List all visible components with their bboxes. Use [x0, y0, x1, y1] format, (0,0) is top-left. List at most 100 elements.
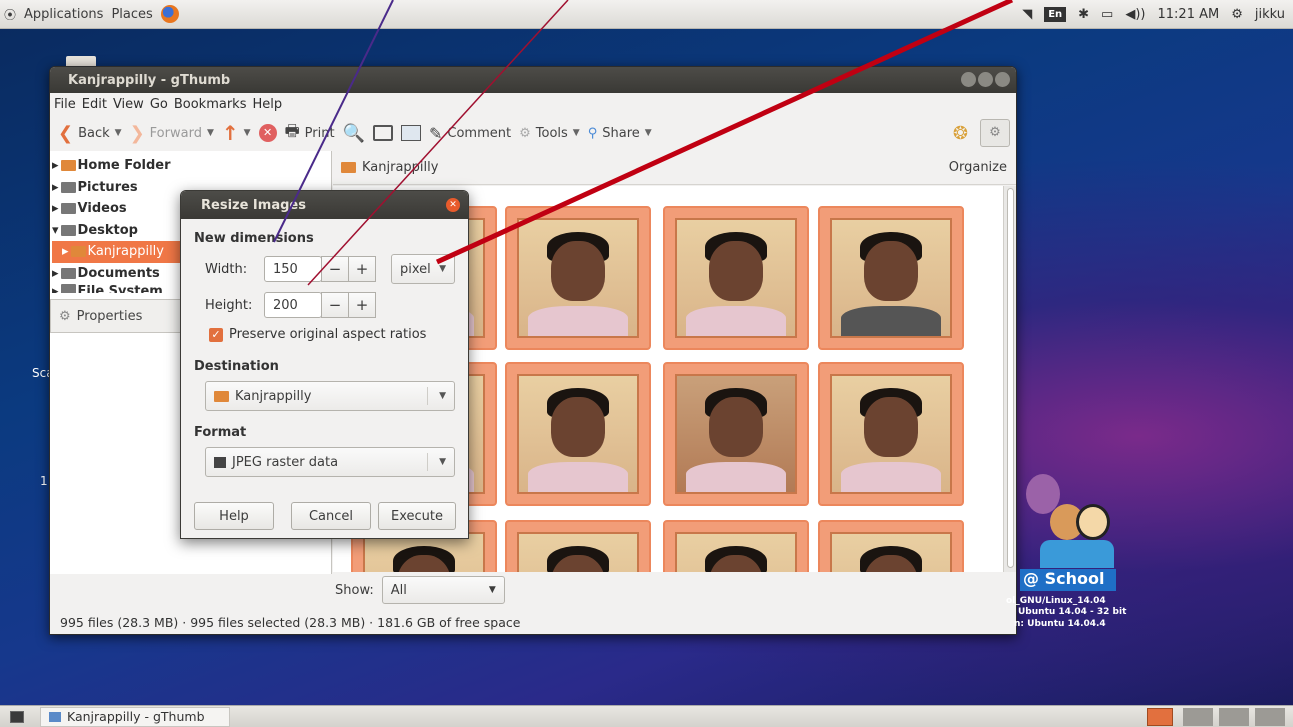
chevron-down-icon: ▼: [488, 585, 496, 595]
up-button[interactable]: ↑ ▼: [222, 121, 251, 145]
home-folder-icon: [60, 160, 76, 172]
forward-button[interactable]: ❯ Forward ▼: [130, 123, 214, 144]
tree-item-home[interactable]: ▸ Home Folder: [52, 155, 331, 177]
unit-select[interactable]: pixel ▼: [391, 254, 455, 284]
top-panel: ⦿ Applications Places ◥ En ✱ ▭ ◀)) 11:21…: [0, 0, 1293, 29]
thumbnail[interactable]: [818, 362, 964, 506]
firefox-icon[interactable]: [160, 5, 179, 23]
settings-gear-icon[interactable]: ⚙: [1231, 7, 1243, 22]
window-titlebar[interactable]: Kanjrappilly - gThumb: [50, 67, 1016, 93]
width-input[interactable]: 150: [264, 256, 322, 282]
folder-icon: [70, 246, 86, 258]
execute-button[interactable]: Execute: [378, 502, 456, 530]
printer-icon: 🖶: [284, 120, 300, 140]
workspace-2[interactable]: [1183, 707, 1213, 726]
battery-icon[interactable]: ▭: [1101, 7, 1113, 22]
ubuntu-logo-icon: ⦿: [4, 7, 17, 22]
show-desktop-icon[interactable]: [10, 710, 24, 723]
preserve-aspect-checkbox[interactable]: ✓: [209, 328, 223, 342]
organize-button[interactable]: Organize: [949, 160, 1007, 175]
workspace-switcher[interactable]: [1147, 707, 1173, 726]
thumbnail[interactable]: [505, 362, 651, 506]
places-menu[interactable]: Places: [111, 7, 152, 22]
dialog-titlebar[interactable]: Resize Images ✕: [181, 191, 468, 219]
minimize-button[interactable]: [961, 72, 976, 87]
destination-select[interactable]: Kanjrappilly ▼: [205, 381, 455, 411]
stop-icon[interactable]: ✕: [258, 124, 277, 142]
documents-folder-icon: [60, 267, 76, 279]
show-filter-select[interactable]: All ▼: [381, 576, 505, 604]
preferences-gear-icon[interactable]: ⚙: [980, 119, 1010, 147]
help-button[interactable]: Help: [194, 502, 274, 530]
height-label: Height:: [205, 298, 253, 313]
folder-icon: [214, 390, 229, 402]
new-dimensions-heading: New dimensions: [194, 231, 314, 246]
comment-button[interactable]: ✎ Comment: [429, 124, 511, 143]
gear-icon: ⚙: [59, 308, 71, 324]
share-button[interactable]: ⚲ Share ▼: [588, 126, 652, 141]
maximize-button[interactable]: [978, 72, 993, 87]
thumbnail[interactable]: [505, 520, 651, 572]
chevron-down-icon: ▼: [439, 264, 446, 274]
workspace-4[interactable]: [1255, 707, 1285, 726]
menu-edit[interactable]: Edit: [82, 97, 107, 112]
desktop-folder-icon: [60, 224, 76, 236]
print-button[interactable]: 🖶 Print: [285, 120, 335, 147]
format-heading: Format: [194, 425, 247, 440]
thumbnail[interactable]: [663, 206, 809, 350]
menu-view[interactable]: View: [113, 97, 144, 112]
tools-button[interactable]: ⚙ Tools ▼: [519, 126, 580, 141]
clock[interactable]: 11:21 AM: [1158, 7, 1220, 22]
chevron-down-icon: ▼: [439, 391, 446, 401]
menubar: File Edit View Go Bookmarks Help: [50, 93, 1016, 115]
pictures-folder-icon: [60, 181, 76, 193]
menu-file[interactable]: File: [54, 97, 76, 112]
zoom-icon[interactable]: 🔍: [343, 123, 365, 144]
slideshow-icon[interactable]: [401, 125, 421, 141]
share-icon: ⚲: [587, 125, 598, 141]
resize-images-dialog: Resize Images ✕ New dimensions Width: 150…: [180, 190, 469, 539]
window-title: Kanjrappilly - gThumb: [68, 72, 231, 88]
school-version-text: ol_GNU/Linux_14.04: [1006, 596, 1106, 606]
back-button[interactable]: ❮ Back ▼: [58, 123, 122, 144]
cancel-button[interactable]: Cancel: [291, 502, 371, 530]
user-name[interactable]: jikku: [1255, 7, 1285, 22]
height-increment-button[interactable]: +: [348, 292, 376, 318]
workspace-3[interactable]: [1219, 707, 1249, 726]
taskbar-item[interactable]: Kanjrappilly - gThumb: [40, 706, 230, 727]
width-decrement-button[interactable]: −: [321, 256, 349, 282]
menu-bookmarks[interactable]: Bookmarks: [174, 97, 247, 112]
height-input[interactable]: 200: [264, 292, 322, 318]
forward-arrow-icon: ❯: [129, 122, 145, 144]
location-button[interactable]: Kanjrappilly: [362, 160, 438, 175]
menu-go[interactable]: Go: [150, 97, 168, 112]
drive-icon: [60, 284, 76, 293]
width-increment-button[interactable]: +: [348, 256, 376, 282]
bluetooth-icon[interactable]: ✱: [1078, 7, 1089, 22]
format-select[interactable]: JPEG raster data ▼: [205, 447, 455, 477]
thumbnail[interactable]: [663, 520, 809, 572]
thumbnail[interactable]: [663, 362, 809, 506]
image-file-icon: [214, 456, 226, 468]
desktop-label: 1: [40, 474, 48, 488]
close-button[interactable]: [995, 72, 1010, 87]
applications-menu[interactable]: Applications: [24, 7, 103, 22]
thumbnail[interactable]: [818, 520, 964, 572]
back-arrow-icon: ❮: [58, 122, 74, 144]
dialog-title: Resize Images: [201, 197, 306, 213]
dialog-close-icon[interactable]: ✕: [446, 198, 460, 212]
bottom-taskbar: Kanjrappilly - gThumb: [0, 705, 1293, 727]
keyboard-layout-indicator[interactable]: En: [1044, 7, 1067, 22]
fullscreen-icon[interactable]: [373, 125, 393, 141]
preserve-aspect-label[interactable]: Preserve original aspect ratios: [229, 327, 426, 342]
palette-icon[interactable]: ❂: [953, 123, 968, 144]
menu-help[interactable]: Help: [252, 97, 282, 112]
height-decrement-button[interactable]: −: [321, 292, 349, 318]
thumbnail[interactable]: [505, 206, 651, 350]
thumbnail[interactable]: [818, 206, 964, 350]
toolbar: ❮ Back ▼ ❯ Forward ▼ ↑ ▼ ✕ 🖶 Print 🔍 ✎ Comment …: [50, 115, 1016, 151]
gthumb-icon: [49, 711, 61, 722]
wifi-icon[interactable]: ◥: [1022, 7, 1032, 22]
volume-icon[interactable]: ◀)): [1125, 7, 1145, 22]
pencil-icon: ✎: [429, 123, 443, 143]
